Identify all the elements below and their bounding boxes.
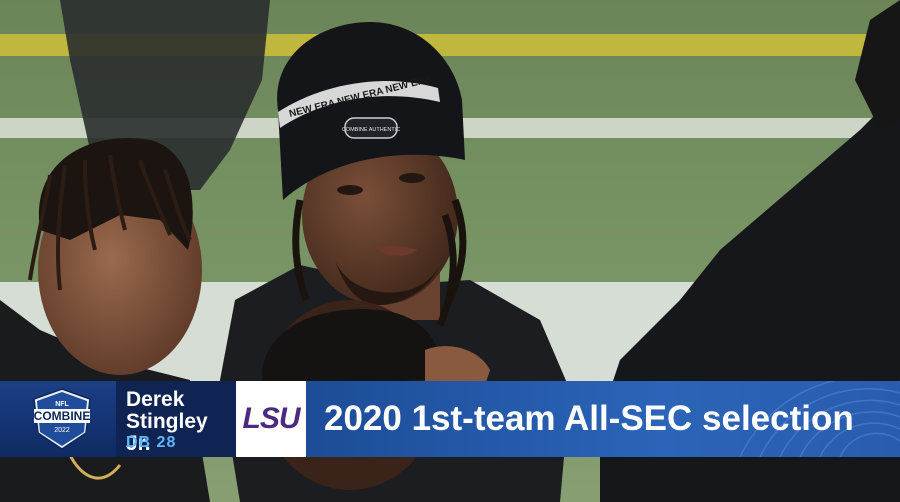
combine-logo: COMBINE NFL 2022 <box>33 388 91 450</box>
combine-logo-panel: COMBINE NFL 2022 <box>0 381 122 457</box>
svg-text:COMBINE: COMBINE <box>34 409 91 423</box>
caption-text: 2020 1st-team All-SEC selection <box>324 399 854 438</box>
caption-panel: 2020 1st-team All-SEC selection <box>306 381 900 457</box>
svg-text:COMBINE AUTHENTIC: COMBINE AUTHENTIC <box>342 127 400 133</box>
svg-text:NFL: NFL <box>55 401 69 408</box>
player-position: DB 28 <box>126 434 177 451</box>
player-first-name: Derek <box>126 388 185 411</box>
school-name: LSU <box>242 402 301 435</box>
player-info: Derek Stingley Jr. DB 28 <box>116 381 236 457</box>
svg-text:2022: 2022 <box>54 427 70 434</box>
school-logo: LSU <box>236 381 306 457</box>
lower-third-banner: COMBINE NFL 2022 Derek Stingley Jr. DB 2… <box>0 381 900 457</box>
